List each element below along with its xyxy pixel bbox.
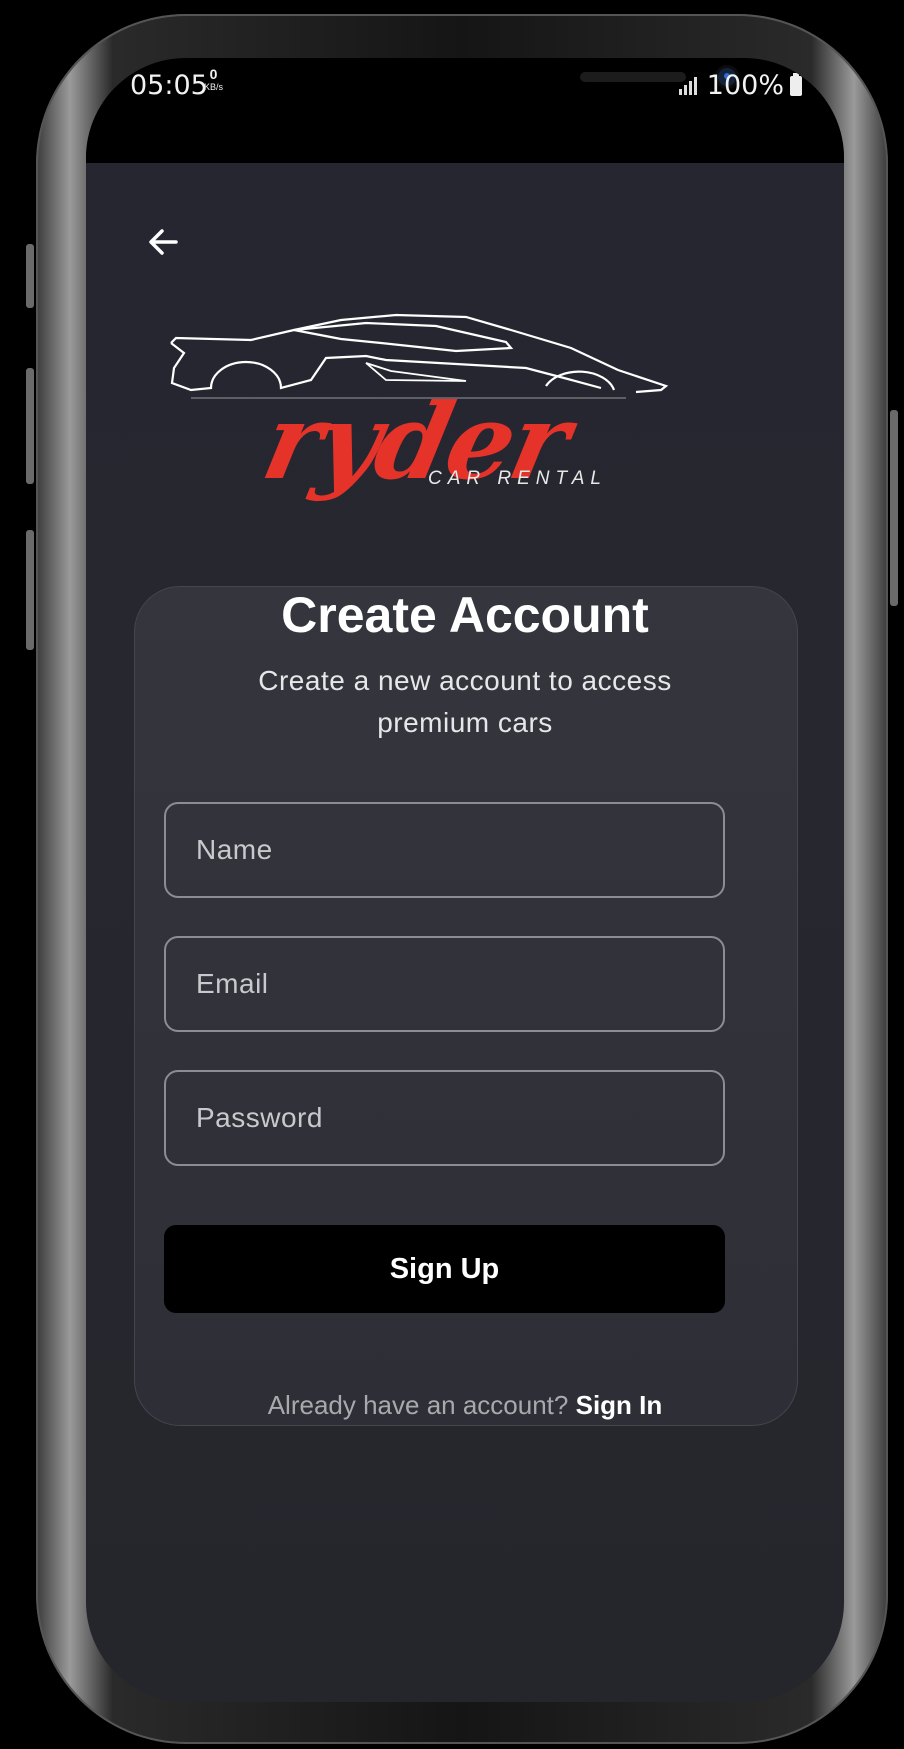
password-field[interactable]	[164, 1070, 725, 1166]
name-input[interactable]	[166, 804, 723, 896]
brand-tagline: CAR RENTAL	[428, 468, 607, 489]
sign-in-prompt: Already have an account? Sign In	[86, 1390, 844, 1421]
volume-down-button	[26, 368, 34, 484]
email-field[interactable]	[164, 936, 725, 1032]
back-button[interactable]	[142, 220, 186, 264]
status-time: 05:05	[130, 70, 208, 101]
arrow-left-icon	[149, 229, 178, 255]
sign-in-link[interactable]: Sign In	[576, 1390, 663, 1420]
page-subtitle: Create a new account to access premium c…	[186, 660, 744, 744]
status-bar: 05:05 0 KB/s 100%	[86, 58, 844, 163]
volume-up-button	[26, 244, 34, 308]
network-speed-value: 0	[209, 66, 218, 82]
signal-icon	[678, 76, 697, 95]
status-right: 100%	[678, 70, 802, 101]
sign-in-prompt-text: Already have an account?	[267, 1390, 569, 1420]
brand-logo: ryder CAR RENTAL	[166, 308, 671, 503]
mute-switch	[26, 530, 34, 650]
subtitle-line-1: Create a new account to access	[258, 665, 672, 696]
battery-percent: 100%	[706, 70, 784, 101]
name-field[interactable]	[164, 802, 725, 898]
page-title: Create Account	[281, 587, 649, 643]
card-title: Create Account	[86, 586, 844, 644]
power-button	[890, 410, 898, 606]
speaker-grille	[580, 72, 686, 82]
subtitle-line-2: premium cars	[377, 707, 553, 738]
email-input[interactable]	[166, 938, 723, 1030]
network-speed-unit: KB/s	[204, 82, 224, 92]
app-screen: 05:05 0 KB/s 100% ryder CAR RENTAL Creat…	[86, 58, 844, 1702]
sign-up-button[interactable]: Sign Up	[164, 1225, 725, 1313]
network-speed: 0 KB/s	[204, 67, 223, 92]
password-input[interactable]	[166, 1072, 723, 1164]
battery-icon	[790, 72, 802, 96]
notch	[254, 58, 736, 114]
